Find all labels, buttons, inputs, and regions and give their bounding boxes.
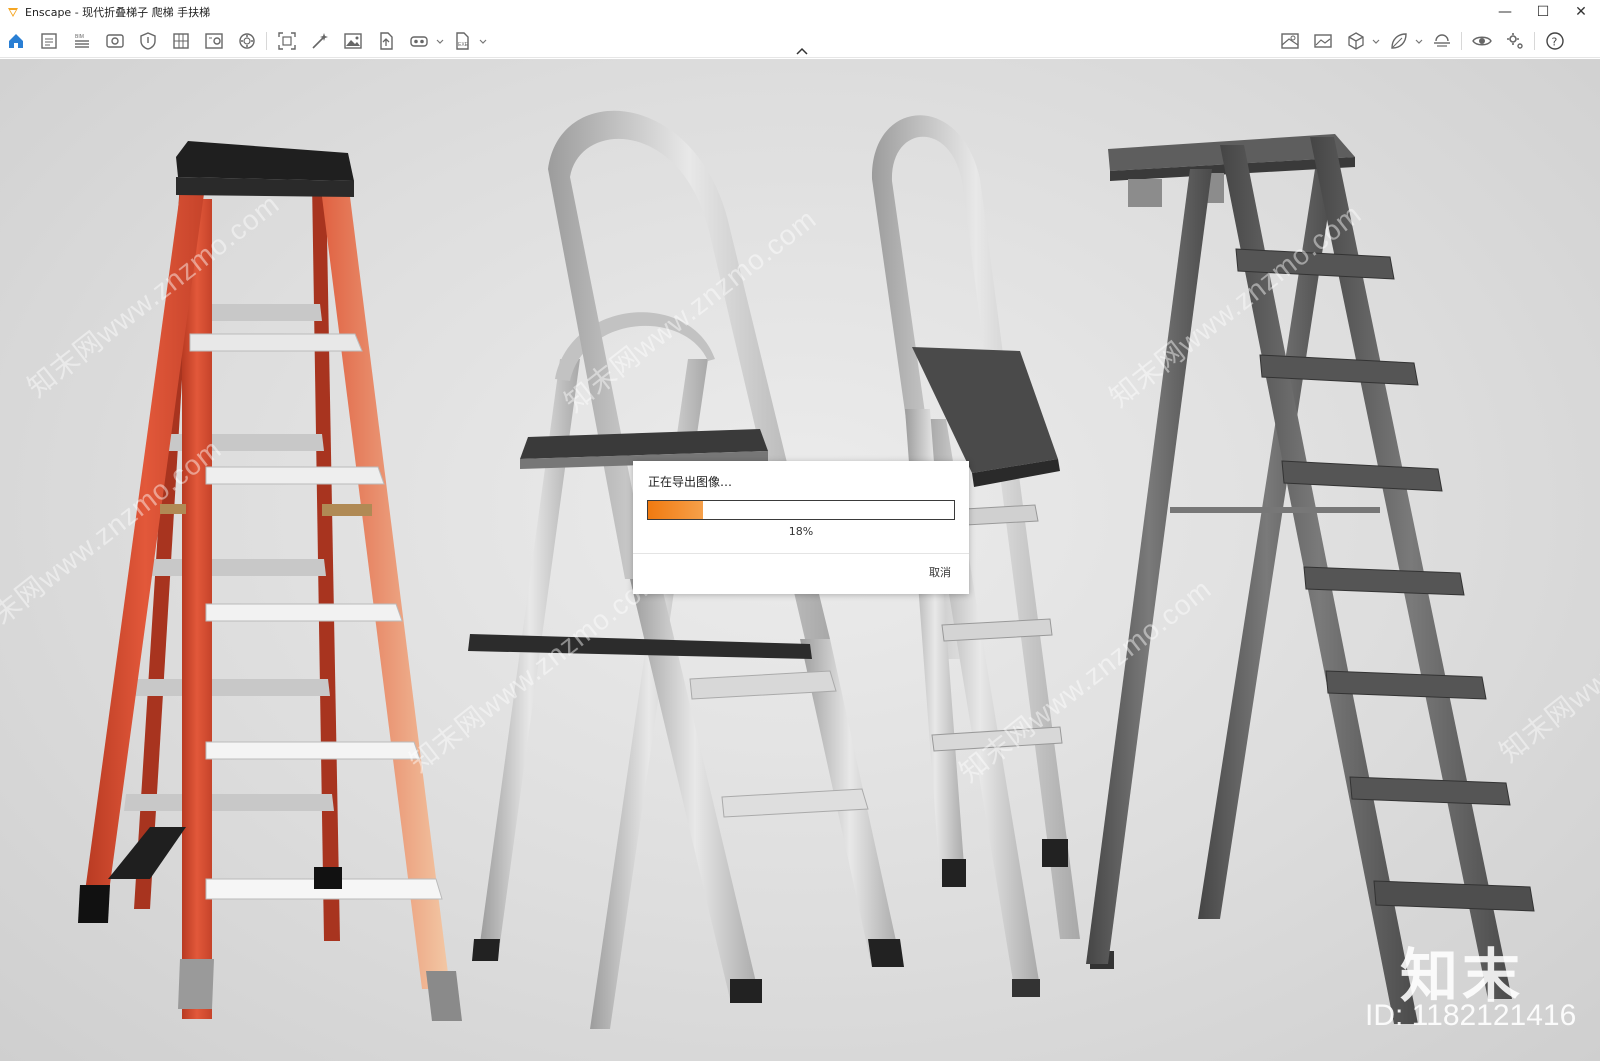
atmosphere-icon[interactable] <box>1431 30 1453 52</box>
panorama-icon[interactable] <box>1312 30 1334 52</box>
maximize-button[interactable]: ☐ <box>1524 0 1562 24</box>
cube-dropdown-chevron-icon[interactable] <box>1372 38 1380 46</box>
window-title: Enscape - 现代折叠梯子 爬梯 手扶梯 <box>25 6 211 19</box>
progress-fill <box>648 501 704 519</box>
screenshot-icon[interactable] <box>276 30 298 52</box>
toolbar-separator <box>266 32 267 50</box>
render-sphere-icon[interactable] <box>236 30 258 52</box>
leaf-dropdown-chevron-icon[interactable] <box>1415 38 1423 46</box>
bim-icon[interactable]: BIM <box>71 30 93 52</box>
cube-icon[interactable] <box>1345 30 1367 52</box>
map-icon[interactable] <box>1279 30 1301 52</box>
vr-headset-icon[interactable] <box>408 30 430 52</box>
export-progress-dialog: 正在导出图像… 18% 取消 <box>633 461 969 594</box>
red-stepladder <box>78 141 462 1021</box>
vr-dropdown-chevron-icon[interactable] <box>436 38 444 46</box>
dialog-divider <box>633 553 969 554</box>
svg-text:BIM: BIM <box>75 34 84 40</box>
enscape-logo-icon <box>8 8 18 17</box>
asset-id-label: ID: 1182121416 <box>1365 999 1577 1032</box>
export-progress-bar <box>647 500 955 520</box>
svg-text:EXE: EXE <box>458 42 469 48</box>
shield-icon[interactable] <box>137 30 159 52</box>
home-icon[interactable] <box>5 30 27 52</box>
view-icon[interactable] <box>104 30 126 52</box>
settings-icon[interactable] <box>1504 30 1526 52</box>
photo-gallery-icon[interactable] <box>203 30 225 52</box>
image-icon[interactable] <box>342 30 364 52</box>
upload-file-icon[interactable] <box>375 30 397 52</box>
document-icon[interactable] <box>38 30 60 52</box>
building-icon[interactable] <box>170 30 192 52</box>
eye-icon[interactable] <box>1471 30 1493 52</box>
toolbar-separator <box>1534 32 1535 50</box>
title-bar: Enscape - 现代折叠梯子 爬梯 手扶梯 — ☐ ✕ <box>0 0 1600 24</box>
leaf-icon[interactable] <box>1388 30 1410 52</box>
export-dropdown-chevron-icon[interactable] <box>479 38 487 46</box>
svg-text:?: ? <box>1552 36 1558 49</box>
export-file-icon[interactable]: EXE <box>451 30 473 52</box>
toolbar-separator <box>1461 32 1462 50</box>
window-controls: — ☐ ✕ <box>1486 0 1600 24</box>
cancel-button[interactable]: 取消 <box>929 564 951 580</box>
close-button[interactable]: ✕ <box>1562 0 1600 24</box>
help-icon[interactable]: ? <box>1544 30 1566 52</box>
minimize-button[interactable]: — <box>1486 0 1524 24</box>
progress-percent-label: 18% <box>788 525 814 538</box>
dialog-title: 正在导出图像… <box>648 475 733 489</box>
magic-wand-icon[interactable] <box>309 30 331 52</box>
collapse-toolbar-chevron-icon[interactable] <box>795 46 809 56</box>
